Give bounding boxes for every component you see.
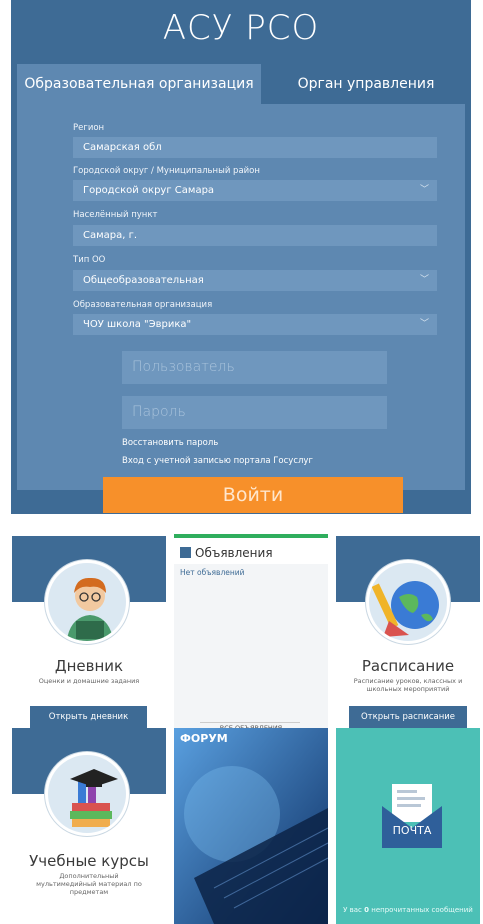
globe-ruler-icon (366, 560, 450, 644)
unread-messages-text: У вас 0 непрочитанных сообщений (336, 906, 480, 915)
app-title: АСУ РСО (162, 8, 320, 48)
laptop-globe-icon (174, 728, 328, 924)
announcements-body: Нет объявлений ВСЕ ОБЪЯВЛЕНИЯ (174, 564, 328, 734)
unread-count: 0 (364, 906, 370, 914)
tile-mail[interactable]: ПОЧТА У вас 0 непрочитанных сообщений (336, 728, 480, 924)
school-type-value: Общеобразовательная (83, 275, 204, 286)
school-value: ЧОУ школа "Эврика" (83, 319, 192, 330)
announcements-title: Объявления (195, 546, 273, 560)
district-label: Городской округ / Муниципальный район (73, 166, 260, 176)
login-panel: АСУ РСО Образовательная организация Орга… (11, 0, 471, 514)
courses-title: Учебные курсы (29, 852, 149, 870)
district-value: Городской округ Самара (83, 185, 215, 196)
student-icon (45, 560, 129, 644)
locality-value: Самара, г. (83, 230, 138, 241)
gosuslugi-login-link[interactable]: Вход с учетной записью портала Госуслуг (122, 456, 313, 466)
locality-field[interactable]: Самара, г. (73, 225, 437, 246)
login-form: Регион Самарская обл Городской округ / М… (17, 104, 465, 490)
tab-educational-organization[interactable]: Образовательная организация (17, 64, 261, 104)
divider (200, 722, 300, 723)
chevron-down-icon: ﹀ (419, 185, 429, 195)
books-cap-icon (45, 752, 129, 836)
no-announcements-text: Нет объявлений (180, 568, 245, 577)
chevron-down-icon: ﹀ (419, 319, 429, 329)
school-select[interactable]: ЧОУ школа "Эврика" ﹀ (73, 314, 437, 335)
region-label: Регион (73, 123, 105, 133)
restore-password-link[interactable]: Восстановить пароль (122, 438, 218, 448)
dashboard-tiles: Дневник Оценки и домашние задания Открыт… (0, 530, 483, 924)
locality-label: Населённый пункт (73, 210, 158, 220)
tab-management-body[interactable]: Орган управления (261, 64, 471, 104)
forum-title: ФОРУМ (180, 732, 228, 745)
document-icon (180, 547, 191, 558)
mail-title: ПОЧТА (392, 824, 432, 837)
tile-announcements: Объявления Нет объявлений ВСЕ ОБЪЯВЛЕНИЯ (174, 534, 328, 738)
login-button[interactable]: Войти (103, 477, 403, 513)
envelope-icon: ПОЧТА (382, 784, 442, 848)
tile-courses: Учебные курсы Дополнительный мультимедий… (12, 728, 166, 924)
chevron-down-icon: ﹀ (419, 275, 429, 285)
schedule-title: Расписание (361, 657, 455, 675)
org-tabs: Образовательная организация Орган управл… (11, 64, 471, 104)
school-type-label: Тип ОО (73, 255, 106, 265)
open-diary-button[interactable]: Открыть дневник (30, 706, 147, 728)
announcements-header: Объявления (180, 544, 273, 562)
courses-subtitle: Дополнительный мультимедийный материал п… (36, 872, 142, 896)
unread-suffix: непрочитанных сообщений (371, 906, 473, 914)
diary-title: Дневник (54, 657, 124, 675)
tile-schedule: Расписание Расписание уроков, классных и… (336, 536, 480, 728)
open-schedule-button[interactable]: Открыть расписание (349, 706, 467, 728)
tile-diary: Дневник Оценки и домашние задания Открыт… (12, 536, 166, 728)
diary-subtitle: Оценки и домашние задания (38, 677, 140, 685)
school-label: Образовательная организация (73, 300, 213, 310)
username-input[interactable]: Пользователь (122, 351, 387, 384)
schedule-subtitle: Расписание уроков, классных и школьных м… (353, 677, 463, 693)
password-input[interactable]: Пароль (122, 396, 387, 429)
region-value: Самарская обл (83, 142, 162, 153)
unread-prefix: У вас (343, 906, 362, 914)
district-select[interactable]: Городской округ Самара ﹀ (73, 180, 437, 201)
tile-forum[interactable]: ФОРУМ (174, 728, 328, 924)
region-field[interactable]: Самарская обл (73, 137, 437, 158)
school-type-select[interactable]: Общеобразовательная ﹀ (73, 270, 437, 291)
